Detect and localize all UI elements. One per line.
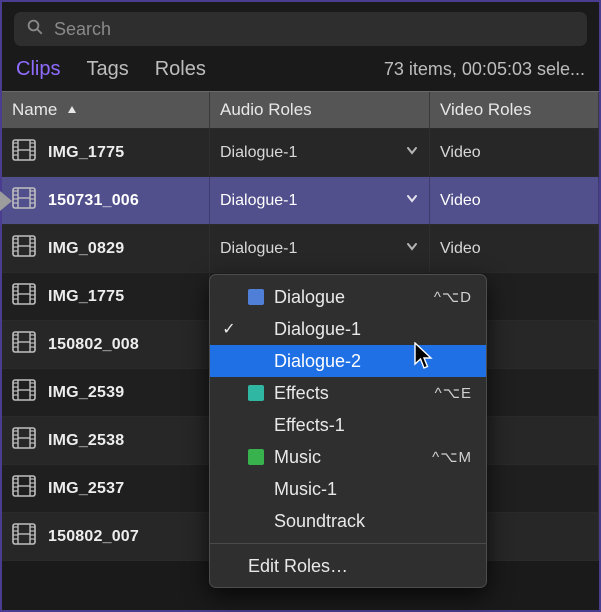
sort-ascending-icon	[67, 100, 77, 120]
menu-item-shortcut: ^⌥E	[435, 384, 472, 402]
audio-role-dropdown[interactable]: Dialogue-1	[210, 177, 430, 224]
role-color-swatch	[248, 385, 264, 401]
check-icon: ✓	[220, 319, 238, 339]
column-header-name[interactable]: Name	[2, 92, 210, 128]
clip-icon	[12, 187, 36, 214]
video-role-value: Video	[440, 240, 481, 258]
clip-name-label: IMG_1775	[48, 144, 124, 162]
menu-item-label: Music-1	[274, 479, 462, 500]
tab-roles[interactable]: Roles	[155, 58, 206, 81]
clip-icon	[12, 235, 36, 262]
cell-name: IMG_1775	[2, 129, 210, 176]
video-role-value: Video	[440, 144, 481, 162]
clip-name-label: IMG_0829	[48, 240, 124, 258]
clip-icon	[12, 283, 36, 310]
table-row[interactable]: IMG_0829 Dialogue-1 Video	[2, 225, 599, 273]
cell-name: IMG_2539	[2, 369, 210, 416]
cell-name: IMG_0829	[2, 225, 210, 272]
menu-item-shortcut: ^⌥D	[434, 288, 472, 306]
cell-name: IMG_2538	[2, 417, 210, 464]
video-role-value: Video	[440, 192, 481, 210]
search-bar[interactable]: Search	[14, 12, 587, 46]
audio-roles-dropdown-menu[interactable]: Dialogue ^⌥D ✓ Dialogue-1 Dialogue-2 Effects ^…	[209, 274, 487, 588]
clip-icon	[12, 475, 36, 502]
search-icon	[26, 18, 44, 41]
tab-clips[interactable]: Clips	[16, 58, 60, 81]
menu-item[interactable]: Soundtrack	[210, 505, 486, 537]
cell-name: 150802_008	[2, 321, 210, 368]
menu-item-label: Dialogue	[274, 287, 424, 308]
clip-icon	[12, 139, 36, 166]
menu-item[interactable]: Dialogue-2	[210, 345, 486, 377]
clip-name-label: 150802_007	[48, 528, 139, 546]
clip-name-label: 150802_008	[48, 336, 139, 354]
menu-item-label: Effects	[274, 383, 425, 404]
chevron-down-icon	[405, 239, 419, 258]
table-row[interactable]: IMG_1775 Dialogue-1 Video	[2, 129, 599, 177]
clip-icon	[12, 331, 36, 358]
cell-name: 150802_007	[2, 513, 210, 560]
tab-tags[interactable]: Tags	[86, 58, 128, 81]
column-header-video-roles[interactable]: Video Roles	[430, 92, 599, 128]
audio-role-value: Dialogue-1	[220, 192, 297, 210]
cell-name: 150731_006	[2, 177, 210, 224]
clip-name-label: IMG_2539	[48, 384, 124, 402]
role-color-swatch	[248, 289, 264, 305]
menu-item-label: Music	[274, 447, 422, 468]
video-role-dropdown[interactable]: Video	[430, 225, 599, 272]
chevron-down-icon	[405, 191, 419, 210]
search-placeholder: Search	[54, 19, 111, 40]
selection-status: 73 items, 00:05:03 sele...	[384, 59, 585, 80]
menu-item[interactable]: Effects ^⌥E	[210, 377, 486, 409]
audio-role-value: Dialogue-1	[220, 240, 297, 258]
chevron-down-icon	[405, 143, 419, 162]
column-header-audio-roles[interactable]: Audio Roles	[210, 92, 430, 128]
clip-name-label: 150731_006	[48, 192, 139, 210]
audio-role-value: Dialogue-1	[220, 144, 297, 162]
menu-item[interactable]: Dialogue ^⌥D	[210, 281, 486, 313]
clip-name-label: IMG_2537	[48, 480, 124, 498]
table-row[interactable]: 150731_006 Dialogue-1 Video	[2, 177, 599, 225]
menu-item[interactable]: Music-1	[210, 473, 486, 505]
menu-item-label: Soundtrack	[274, 511, 462, 532]
edit-roles-label: Edit Roles…	[248, 556, 348, 576]
menu-item[interactable]: Music ^⌥M	[210, 441, 486, 473]
audio-role-dropdown[interactable]: Dialogue-1	[210, 225, 430, 272]
column-header-audio-label: Audio Roles	[220, 100, 312, 120]
clip-icon	[12, 427, 36, 454]
menu-item-edit-roles[interactable]: Edit Roles…	[210, 550, 486, 581]
menu-item-label: Dialogue-2	[274, 351, 462, 372]
table-header: Name Audio Roles Video Roles	[2, 91, 599, 129]
clip-icon	[12, 379, 36, 406]
menu-item-label: Effects-1	[274, 415, 462, 436]
menu-separator	[210, 543, 486, 544]
menu-item-shortcut: ^⌥M	[432, 448, 472, 466]
audio-role-dropdown[interactable]: Dialogue-1	[210, 129, 430, 176]
video-role-dropdown[interactable]: Video	[430, 177, 599, 224]
clip-name-label: IMG_1775	[48, 288, 124, 306]
menu-item[interactable]: Effects-1	[210, 409, 486, 441]
role-color-swatch	[248, 449, 264, 465]
clip-icon	[12, 523, 36, 550]
column-header-name-label: Name	[12, 100, 57, 120]
menu-item-label: Dialogue-1	[274, 319, 462, 340]
cell-name: IMG_1775	[2, 273, 210, 320]
menu-item[interactable]: ✓ Dialogue-1	[210, 313, 486, 345]
video-role-dropdown[interactable]: Video	[430, 129, 599, 176]
cell-name: IMG_2537	[2, 465, 210, 512]
column-header-video-label: Video Roles	[440, 100, 531, 120]
filter-row: Clips Tags Roles 73 items, 00:05:03 sele…	[2, 52, 599, 91]
clip-name-label: IMG_2538	[48, 432, 124, 450]
